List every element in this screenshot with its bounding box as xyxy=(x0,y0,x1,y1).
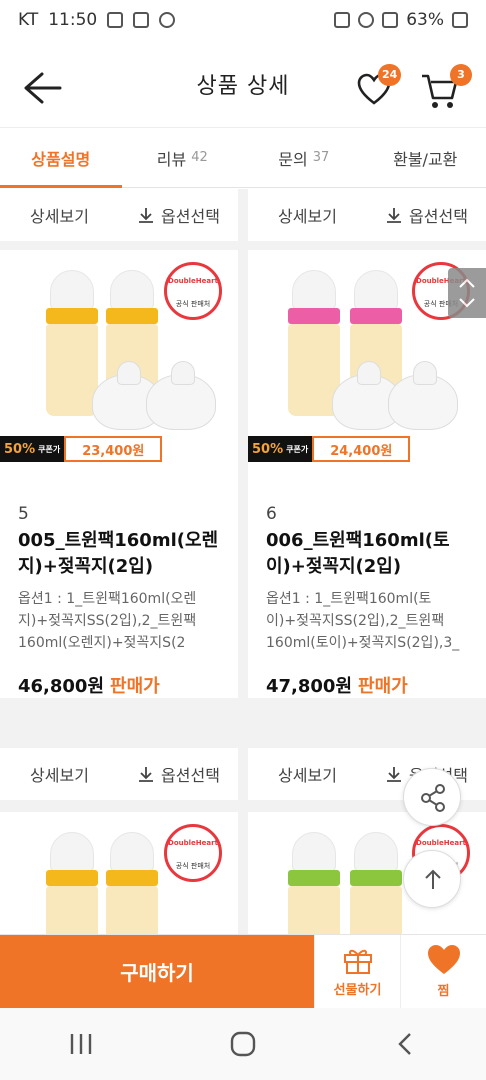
option-select-label: 옵션선택 xyxy=(161,207,220,226)
tab-description[interactable]: 상품설명 xyxy=(0,128,122,188)
option-select-button[interactable]: 옵션선택 xyxy=(367,203,486,227)
carrier-label: KT xyxy=(18,10,39,30)
download-icon xyxy=(139,208,154,223)
notification-icon xyxy=(107,12,124,28)
recent-apps-icon[interactable] xyxy=(66,1032,96,1056)
tab-refund[interactable]: 환불/교환 xyxy=(365,128,486,187)
clock: 11:50 xyxy=(48,10,98,30)
bottle-illustration xyxy=(288,832,340,934)
bottle-illustration xyxy=(46,832,98,934)
product-card[interactable]: DoubleHeart공식 판매처 xyxy=(0,812,238,934)
gift-icon xyxy=(343,949,372,974)
notification-icon xyxy=(159,12,176,28)
detail-button[interactable]: 상세보기 xyxy=(0,203,119,227)
coupon-percent: 50% xyxy=(4,441,36,457)
product-price: 47,800원 판매가 xyxy=(266,676,408,697)
cart-button[interactable]: 3 xyxy=(420,64,472,110)
product-name[interactable]: 006_트윈팩160ml(토이)+젖꼭지(2입) xyxy=(266,528,468,580)
nipple-illustration xyxy=(146,361,216,430)
wish-button[interactable]: 찜 xyxy=(400,935,486,1008)
tab-reviews[interactable]: 리뷰 42 xyxy=(122,128,244,187)
coupon-price: 24,400원 xyxy=(312,436,411,462)
product-options: 옵션1 : 1_트윈팩160ml(토이)+젖꼭지SS(2입),2_트윈팩160m… xyxy=(266,591,460,651)
download-icon xyxy=(387,208,402,223)
product-name[interactable]: 005_트윈팩160ml(오렌지)+젖꼭지(2입) xyxy=(18,528,220,580)
bottle-illustration xyxy=(106,832,158,934)
wishlist-count-badge: 24 xyxy=(378,64,402,86)
home-icon[interactable] xyxy=(228,1029,258,1059)
notification-icon xyxy=(133,12,150,28)
alarm-icon xyxy=(334,12,351,28)
wishlist-button[interactable]: 24 xyxy=(356,64,402,110)
option-select-label: 옵션선택 xyxy=(161,766,220,785)
detail-button[interactable]: 상세보기 xyxy=(0,762,119,786)
product-price: 46,800원 판매가 xyxy=(18,676,160,697)
product-card[interactable]: DoubleHeart 공식 판매처 50% 쿠폰가 23,400원 5 005_트… xyxy=(0,250,238,698)
card-actions: 상세보기 옵션선택 xyxy=(0,748,238,800)
coupon-banner: 50% 쿠폰가 24,400원 xyxy=(248,436,411,462)
coupon-banner: 50% 쿠폰가 23,400원 xyxy=(0,436,163,462)
tab-label: 상품설명 xyxy=(31,149,91,169)
status-bar: KT 11:50 63% xyxy=(0,0,486,40)
detail-button[interactable]: 상세보기 xyxy=(248,762,367,786)
scroll-top-button[interactable] xyxy=(403,850,461,908)
signal-icon xyxy=(382,12,399,28)
tab-count: 42 xyxy=(191,150,208,165)
option-select-label: 옵션선택 xyxy=(409,207,468,226)
official-seller-stamp: DoubleHeart공식 판매처 xyxy=(164,262,222,320)
bottle-illustration xyxy=(350,832,402,934)
option-select-button[interactable]: 옵션선택 xyxy=(119,203,238,227)
download-icon xyxy=(139,767,154,782)
arrow-up-icon xyxy=(425,869,441,889)
product-options: 옵션1 : 1_트윈팩160ml(오렌지)+젖꼭지SS(2입),2_트윈팩160… xyxy=(18,591,197,651)
heart-icon xyxy=(427,945,460,974)
tab-label: 리뷰 xyxy=(156,149,187,169)
app-header: 상품 상세 24 3 xyxy=(0,40,486,128)
coupon-price: 23,400원 xyxy=(64,436,163,462)
wish-label: 찜 xyxy=(437,984,450,999)
bottle-illustration xyxy=(46,270,98,416)
product-image: DoubleHeart 공식 판매처 50% 쿠폰가 23,400원 xyxy=(0,250,238,490)
tab-inquiries[interactable]: 문의 37 xyxy=(243,128,365,187)
tab-count: 37 xyxy=(312,150,330,165)
product-number: 5 xyxy=(18,504,29,524)
scroll-nav-button[interactable] xyxy=(448,268,486,318)
coupon-percent: 50% xyxy=(252,441,284,457)
share-button[interactable] xyxy=(403,768,461,826)
tab-label: 환불/교환 xyxy=(393,149,458,169)
cart-count-badge: 3 xyxy=(450,64,472,86)
card-actions: 상세보기 옵션선택 xyxy=(248,189,486,241)
detail-button[interactable]: 상세보기 xyxy=(248,203,367,227)
gift-label: 선물하기 xyxy=(333,983,382,998)
battery-level: 63% xyxy=(406,10,444,30)
wifi-icon xyxy=(358,12,375,28)
page-title: 상품 상세 xyxy=(196,73,290,99)
buy-button[interactable]: 구매하기 xyxy=(0,935,314,1008)
coupon-tag: 쿠폰가 xyxy=(38,444,61,454)
download-icon xyxy=(387,767,402,782)
battery-icon xyxy=(452,12,468,28)
tab-label: 문의 xyxy=(278,149,308,169)
coupon-tag: 쿠폰가 xyxy=(286,444,309,454)
product-number: 6 xyxy=(266,504,277,524)
card-actions: 상세보기 옵션선택 xyxy=(0,189,238,241)
share-icon xyxy=(421,784,445,812)
gift-button[interactable]: 선물하기 xyxy=(314,935,400,1008)
option-select-button[interactable]: 옵션선택 xyxy=(119,762,238,786)
purchase-bar: 구매하기 선물하기 찜 xyxy=(0,934,486,1008)
system-nav-bar xyxy=(0,1008,486,1080)
back-icon[interactable] xyxy=(390,1029,420,1059)
nipple-illustration xyxy=(388,361,458,430)
product-image: DoubleHeart공식 판매처 xyxy=(0,812,238,934)
detail-tabs: 상품설명 리뷰 42 문의 37 환불/교환 xyxy=(0,128,486,188)
chevron-up-down-icon xyxy=(459,278,475,308)
official-seller-stamp: DoubleHeart공식 판매처 xyxy=(164,824,222,882)
